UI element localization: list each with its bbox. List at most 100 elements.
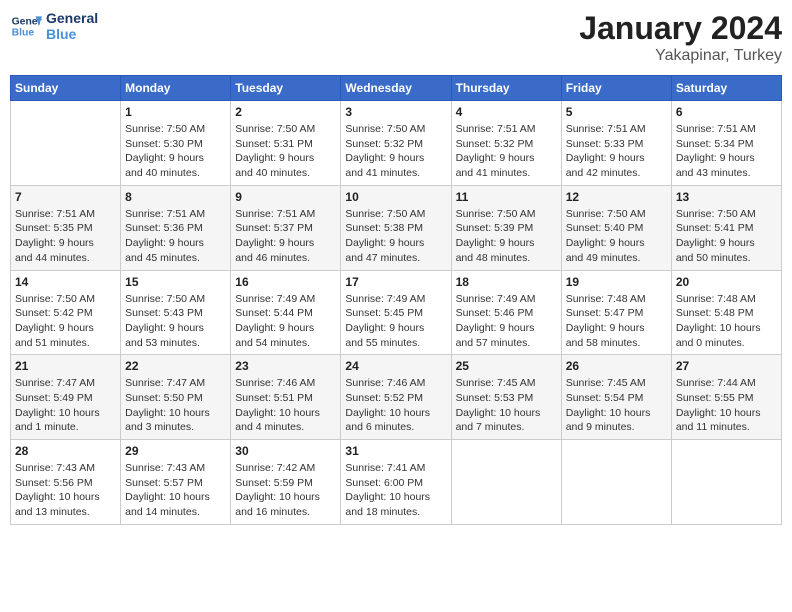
day-number: 17 <box>345 275 446 289</box>
location-title: Yakapinar, Turkey <box>579 47 782 65</box>
calendar-cell: 31 Sunrise: 7:41 AMSunset: 6:00 PMDayligh… <box>341 440 451 525</box>
day-number: 13 <box>676 190 777 204</box>
day-number: 21 <box>15 359 116 373</box>
day-info: Sunrise: 7:49 AMSunset: 5:45 PMDaylight:… <box>345 292 446 351</box>
day-number: 28 <box>15 444 116 458</box>
day-number: 7 <box>15 190 116 204</box>
day-info: Sunrise: 7:50 AMSunset: 5:31 PMDaylight:… <box>235 122 336 181</box>
logo-text: GeneralBlue <box>46 10 98 42</box>
day-number: 9 <box>235 190 336 204</box>
calendar-cell: 19Sunrise: 7:48 AMSunset: 5:47 PMDayligh… <box>561 270 671 355</box>
logo: General Blue GeneralBlue <box>10 10 98 42</box>
day-info: Sunrise: 7:42 AMSunset: 5:59 PMDaylight:… <box>235 461 336 520</box>
day-info: Sunrise: 7:49 AMSunset: 5:44 PMDaylight:… <box>235 292 336 351</box>
day-number: 29 <box>125 444 226 458</box>
logo-icon: General Blue <box>10 10 42 42</box>
calendar-cell: 11 Sunrise: 7:50 AMSunset: 5:39 PMDayligh… <box>451 185 561 270</box>
calendar-cell: 16 Sunrise: 7:49 AMSunset: 5:44 PMDayligh… <box>231 270 341 355</box>
day-info: Sunrise: 7:45 AMSunset: 5:54 PMDaylight:… <box>566 376 667 435</box>
day-number: 4 <box>456 105 557 119</box>
calendar-cell: 12 Sunrise: 7:50 AMSunset: 5:40 PMDayligh… <box>561 185 671 270</box>
calendar-cell: 7Sunrise: 7:51 AMSunset: 5:35 PMDaylight… <box>11 185 121 270</box>
day-number: 12 <box>566 190 667 204</box>
calendar-cell: 26 Sunrise: 7:45 AMSunset: 5:54 PMDayligh… <box>561 355 671 440</box>
calendar-cell: 6 Sunrise: 7:51 AMSunset: 5:34 PMDaylight… <box>671 101 781 186</box>
day-number: 30 <box>235 444 336 458</box>
calendar-cell: 22Sunrise: 7:47 AMSunset: 5:50 PMDayligh… <box>121 355 231 440</box>
day-number: 24 <box>345 359 446 373</box>
day-info: Sunrise: 7:45 AMSunset: 5:53 PMDaylight:… <box>456 376 557 435</box>
dow-monday: Monday <box>121 76 231 101</box>
day-info: Sunrise: 7:49 AMSunset: 5:46 PMDaylight:… <box>456 292 557 351</box>
title-block: January 2024 Yakapinar, Turkey <box>579 10 782 65</box>
calendar-cell: 29 Sunrise: 7:43 AMSunset: 5:57 PMDayligh… <box>121 440 231 525</box>
calendar-cell <box>561 440 671 525</box>
day-info: Sunrise: 7:50 AMSunset: 5:32 PMDaylight:… <box>345 122 446 181</box>
calendar-cell: 28 Sunrise: 7:43 AMSunset: 5:56 PMDayligh… <box>11 440 121 525</box>
day-number: 3 <box>345 105 446 119</box>
day-info: Sunrise: 7:50 AMSunset: 5:38 PMDaylight:… <box>345 207 446 266</box>
calendar-cell: 27 Sunrise: 7:44 AMSunset: 5:55 PMDayligh… <box>671 355 781 440</box>
calendar-cell: 3 Sunrise: 7:50 AMSunset: 5:32 PMDaylight… <box>341 101 451 186</box>
dow-sunday: Sunday <box>11 76 121 101</box>
day-number: 11 <box>456 190 557 204</box>
day-number: 31 <box>345 444 446 458</box>
calendar-cell: 15Sunrise: 7:50 AMSunset: 5:43 PMDayligh… <box>121 270 231 355</box>
calendar-cell: 2 Sunrise: 7:50 AMSunset: 5:31 PMDaylight… <box>231 101 341 186</box>
calendar-cell: 24 Sunrise: 7:46 AMSunset: 5:52 PMDayligh… <box>341 355 451 440</box>
day-info: Sunrise: 7:50 AMSunset: 5:41 PMDaylight:… <box>676 207 777 266</box>
day-number: 22 <box>125 359 226 373</box>
day-info: Sunrise: 7:51 AMSunset: 5:37 PMDaylight:… <box>235 207 336 266</box>
dow-friday: Friday <box>561 76 671 101</box>
day-info: Sunrise: 7:51 AMSunset: 5:34 PMDaylight:… <box>676 122 777 181</box>
day-number: 2 <box>235 105 336 119</box>
calendar-cell: 14Sunrise: 7:50 AMSunset: 5:42 PMDayligh… <box>11 270 121 355</box>
calendar-cell <box>451 440 561 525</box>
calendar-cell: 5 Sunrise: 7:51 AMSunset: 5:33 PMDaylight… <box>561 101 671 186</box>
calendar-cell: 21 Sunrise: 7:47 AMSunset: 5:49 PMDayligh… <box>11 355 121 440</box>
day-info: Sunrise: 7:43 AMSunset: 5:56 PMDaylight:… <box>15 461 116 520</box>
dow-saturday: Saturday <box>671 76 781 101</box>
day-number: 8 <box>125 190 226 204</box>
day-info: Sunrise: 7:51 AMSunset: 5:33 PMDaylight:… <box>566 122 667 181</box>
calendar-cell: 20 Sunrise: 7:48 AMSunset: 5:48 PMDayligh… <box>671 270 781 355</box>
calendar-cell: 25 Sunrise: 7:45 AMSunset: 5:53 PMDayligh… <box>451 355 561 440</box>
day-number: 19 <box>566 275 667 289</box>
day-number: 5 <box>566 105 667 119</box>
day-number: 16 <box>235 275 336 289</box>
day-number: 23 <box>235 359 336 373</box>
calendar-cell: 18Sunrise: 7:49 AMSunset: 5:46 PMDayligh… <box>451 270 561 355</box>
day-info: Sunrise: 7:41 AMSunset: 6:00 PMDaylight:… <box>345 461 446 520</box>
calendar-cell: 23 Sunrise: 7:46 AMSunset: 5:51 PMDayligh… <box>231 355 341 440</box>
calendar-cell <box>11 101 121 186</box>
day-number: 25 <box>456 359 557 373</box>
day-info: Sunrise: 7:46 AMSunset: 5:51 PMDaylight:… <box>235 376 336 435</box>
day-info: Sunrise: 7:51 AMSunset: 5:32 PMDaylight:… <box>456 122 557 181</box>
day-info: Sunrise: 7:46 AMSunset: 5:52 PMDaylight:… <box>345 376 446 435</box>
day-info: Sunrise: 7:50 AMSunset: 5:30 PMDaylight:… <box>125 122 226 181</box>
calendar-cell: 1 Sunrise: 7:50 AMSunset: 5:30 PMDaylight… <box>121 101 231 186</box>
calendar-cell: 17 Sunrise: 7:49 AMSunset: 5:45 PMDayligh… <box>341 270 451 355</box>
page-header: General Blue GeneralBlue January 2024 Ya… <box>10 10 782 65</box>
day-number: 20 <box>676 275 777 289</box>
day-info: Sunrise: 7:43 AMSunset: 5:57 PMDaylight:… <box>125 461 226 520</box>
dow-thursday: Thursday <box>451 76 561 101</box>
calendar-cell: 4 Sunrise: 7:51 AMSunset: 5:32 PMDaylight… <box>451 101 561 186</box>
month-title: January 2024 <box>579 10 782 47</box>
svg-text:Blue: Blue <box>12 28 35 39</box>
day-info: Sunrise: 7:51 AMSunset: 5:36 PMDaylight:… <box>125 207 226 266</box>
dow-wednesday: Wednesday <box>341 76 451 101</box>
day-info: Sunrise: 7:48 AMSunset: 5:48 PMDaylight:… <box>676 292 777 351</box>
calendar-cell: 8 Sunrise: 7:51 AMSunset: 5:36 PMDaylight… <box>121 185 231 270</box>
day-number: 1 <box>125 105 226 119</box>
dow-tuesday: Tuesday <box>231 76 341 101</box>
day-info: Sunrise: 7:50 AMSunset: 5:39 PMDaylight:… <box>456 207 557 266</box>
day-number: 10 <box>345 190 446 204</box>
day-info: Sunrise: 7:50 AMSunset: 5:40 PMDaylight:… <box>566 207 667 266</box>
day-number: 27 <box>676 359 777 373</box>
day-number: 26 <box>566 359 667 373</box>
day-info: Sunrise: 7:47 AMSunset: 5:49 PMDaylight:… <box>15 376 116 435</box>
day-number: 6 <box>676 105 777 119</box>
day-info: Sunrise: 7:44 AMSunset: 5:55 PMDaylight:… <box>676 376 777 435</box>
calendar-cell: 30 Sunrise: 7:42 AMSunset: 5:59 PMDayligh… <box>231 440 341 525</box>
